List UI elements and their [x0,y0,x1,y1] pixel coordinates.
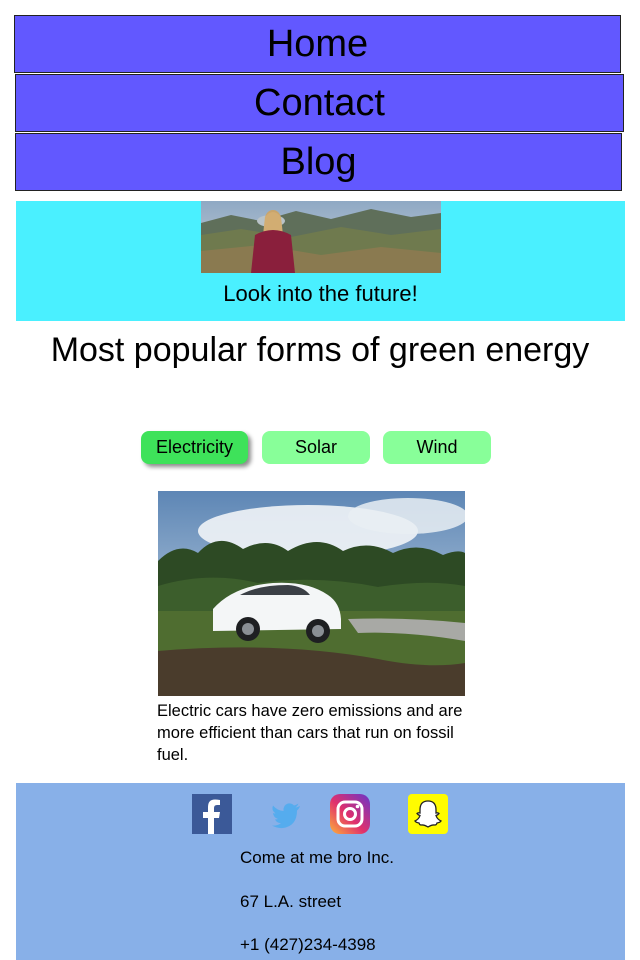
footer: Come at me bro Inc. 67 L.A. street +1 (4… [16,783,625,960]
instagram-icon[interactable] [330,794,370,834]
tab-solar[interactable]: Solar [262,431,370,464]
hero-banner: Look into the future! [16,201,625,321]
tab-electricity[interactable]: Electricity [141,431,248,464]
nav-blog-button[interactable]: Blog [15,133,622,191]
twitter-icon[interactable] [266,794,306,834]
hero-caption: Look into the future! [223,281,418,306]
nav-home-button[interactable]: Home [14,15,621,73]
address-text: 67 L.A. street [240,892,342,911]
company-name: Come at me bro Inc. [240,848,395,867]
car-description: Electric cars have zero emissions and ar… [157,702,463,764]
nav-contact-button[interactable]: Contact [15,74,624,132]
hero-image [201,201,441,273]
tab-wind[interactable]: Wind [383,431,491,464]
facebook-icon[interactable] [192,794,232,834]
snapchat-icon[interactable] [408,794,448,834]
electric-car-image [158,491,465,696]
page-heading: Most popular forms of green energy [50,331,590,369]
phone-text: +1 (427)234-4398 [240,935,376,954]
